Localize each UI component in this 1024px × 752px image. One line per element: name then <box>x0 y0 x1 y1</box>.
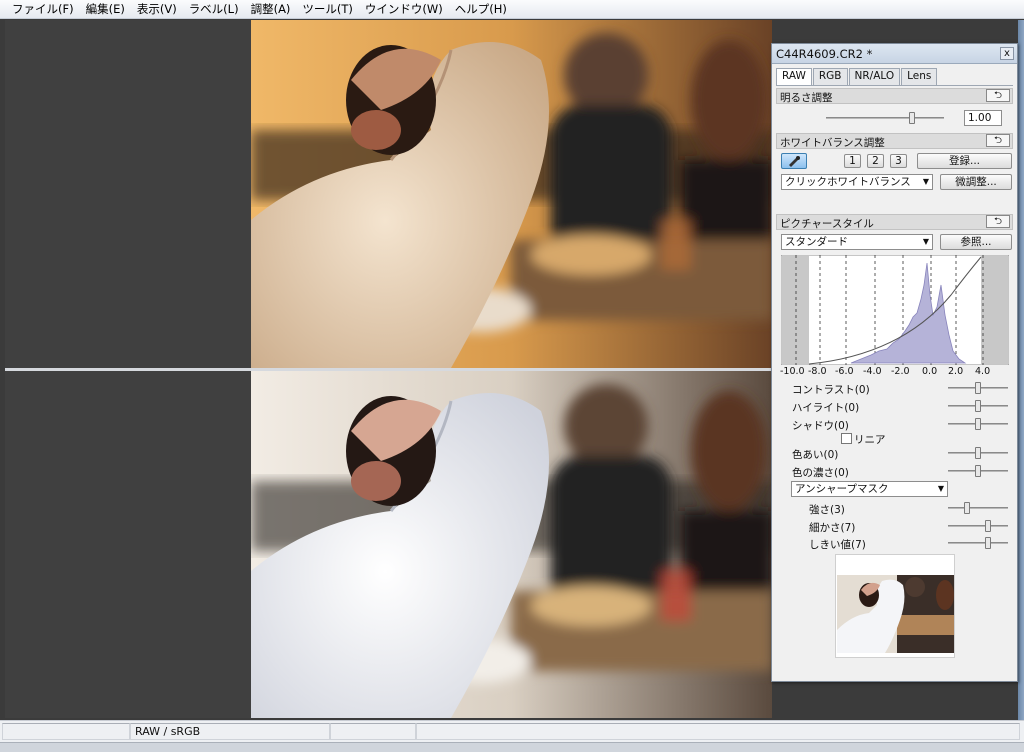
brightness-slider-thumb[interactable] <box>909 112 915 124</box>
fineness-slider[interactable] <box>948 520 1008 532</box>
histogram-axis-label: -6.0 <box>835 366 854 377</box>
histogram-tone-curve[interactable] <box>780 254 1010 366</box>
undo-arrow-icon[interactable]: ⮌ <box>986 215 1010 228</box>
shadow-slider-thumb[interactable] <box>975 418 981 430</box>
histogram-axis-label: -2.0 <box>891 366 910 377</box>
histogram-axis-label: -10.0 <box>780 366 805 377</box>
contrast-label: コントラスト(0) <box>792 384 870 396</box>
taskbar-strip <box>0 742 1024 752</box>
wb-preset-3-button[interactable]: 3 <box>890 154 907 168</box>
status-bar: RAW / sRGB <box>0 720 1024 742</box>
preview-pane-after[interactable] <box>5 371 772 718</box>
wb-mode-value: クリックホワイトバランス <box>785 176 911 188</box>
menu-window[interactable]: ウインドウ(W) <box>359 1 449 17</box>
histogram-axis-label: -8.0 <box>808 366 827 377</box>
brightness-slider[interactable] <box>826 112 944 124</box>
photo-before <box>251 20 772 368</box>
picture-style-title: ピクチャースタイル <box>780 218 874 230</box>
undo-arrow-icon[interactable]: ⮌ <box>986 89 1010 102</box>
menu-bar: ファイル(F) 編集(E) 表示(V) ラベル(L) 調整(A) ツール(T) … <box>0 0 1024 19</box>
chevron-down-icon: ▼ <box>922 237 929 246</box>
close-icon[interactable]: x <box>1000 47 1014 60</box>
fineness-slider-thumb[interactable] <box>985 520 991 532</box>
saturation-slider[interactable] <box>948 465 1008 477</box>
wb-register-button[interactable]: 登録... <box>917 153 1012 169</box>
picture-style-value: スタンダード <box>785 236 848 248</box>
image-viewer[interactable] <box>5 20 772 718</box>
photo-after <box>251 371 772 718</box>
menu-label[interactable]: ラベル(L) <box>183 1 245 17</box>
linear-checkbox[interactable] <box>841 433 852 444</box>
threshold-label: しきい値(7) <box>809 539 866 551</box>
highlight-slider[interactable] <box>948 400 1008 412</box>
wb-preset-2-button[interactable]: 2 <box>867 154 884 168</box>
white-balance-title: ホワイトバランス調整 <box>780 137 885 149</box>
picture-style-select[interactable]: スタンダード ▼ <box>781 234 933 250</box>
preview-pane-before[interactable] <box>5 20 772 368</box>
status-cell-empty <box>330 723 416 740</box>
threshold-slider[interactable] <box>948 537 1008 549</box>
histogram-axis-label: -4.0 <box>863 366 882 377</box>
status-color-space: RAW / sRGB <box>130 723 330 740</box>
histogram-axis-label: 0.0 <box>922 366 938 377</box>
tab-rgb[interactable]: RGB <box>812 68 848 85</box>
status-cell-empty <box>416 723 1020 740</box>
wb-preset-1-button[interactable]: 1 <box>844 154 861 168</box>
tab-nr-alo[interactable]: NR/ALO <box>848 68 901 85</box>
tool-palette[interactable]: C44R4609.CR2 * x RAW RGB NR/ALO Lens 明るさ… <box>771 43 1018 682</box>
linear-label: リニア <box>854 434 886 446</box>
color-tone-label: 色あい(0) <box>792 449 839 461</box>
menu-edit[interactable]: 編集(E) <box>80 1 131 17</box>
saturation-slider-thumb[interactable] <box>975 465 981 477</box>
menu-file[interactable]: ファイル(F) <box>6 1 80 17</box>
color-tone-slider[interactable] <box>948 447 1008 459</box>
picture-style-browse-button[interactable]: 参照... <box>940 234 1012 250</box>
histogram-axis-label: 4.0 <box>975 366 991 377</box>
saturation-label: 色の濃さ(0) <box>792 467 849 479</box>
shadow-slider[interactable] <box>948 418 1008 430</box>
sharpness-mode-select[interactable]: アンシャープマスク ▼ <box>791 481 948 497</box>
menu-adjust[interactable]: 調整(A) <box>245 1 297 17</box>
color-tone-slider-thumb[interactable] <box>975 447 981 459</box>
chevron-down-icon: ▼ <box>937 484 944 493</box>
wb-fine-adjust-button[interactable]: 微調整... <box>940 174 1012 190</box>
palette-tabs: RAW RGB NR/ALO Lens <box>776 68 938 86</box>
brightness-value-field[interactable]: 1.00 <box>964 110 1002 126</box>
palette-title: C44R4609.CR2 * <box>776 47 873 61</box>
navigator-image <box>837 575 954 653</box>
strength-slider-thumb[interactable] <box>964 502 970 514</box>
brightness-header: 明るさ調整 <box>776 88 1013 104</box>
contrast-slider-thumb[interactable] <box>975 382 981 394</box>
tab-underline <box>776 85 1013 86</box>
wb-mode-select[interactable]: クリックホワイトバランス ▼ <box>781 174 933 190</box>
menu-tools[interactable]: ツール(T) <box>296 1 359 17</box>
palette-titlebar[interactable]: C44R4609.CR2 * x <box>772 44 1017 64</box>
status-cell-empty <box>2 723 130 740</box>
histogram-axis-label: 2.0 <box>948 366 964 377</box>
eyedropper-icon[interactable] <box>781 153 807 169</box>
menu-help[interactable]: ヘルプ(H) <box>449 1 513 17</box>
undo-arrow-icon[interactable]: ⮌ <box>986 134 1010 147</box>
strength-slider[interactable] <box>948 502 1008 514</box>
contrast-slider[interactable] <box>948 382 1008 394</box>
tab-raw[interactable]: RAW <box>776 68 812 86</box>
fineness-label: 細かさ(7) <box>809 522 856 534</box>
brightness-title: 明るさ調整 <box>780 92 833 104</box>
sharpness-mode-value: アンシャープマスク <box>795 483 889 495</box>
menu-view[interactable]: 表示(V) <box>131 1 183 17</box>
highlight-label: ハイライト(0) <box>792 402 860 414</box>
white-balance-header: ホワイトバランス調整 <box>776 133 1013 149</box>
shadow-label: シャドウ(0) <box>792 420 849 432</box>
desktop-edge <box>1018 20 1024 720</box>
threshold-slider-thumb[interactable] <box>985 537 991 549</box>
chevron-down-icon: ▼ <box>922 177 929 186</box>
tab-lens[interactable]: Lens <box>901 68 938 85</box>
highlight-slider-thumb[interactable] <box>975 400 981 412</box>
picture-style-header: ピクチャースタイル <box>776 214 1013 230</box>
strength-label: 強さ(3) <box>809 504 845 516</box>
navigator-thumbnail[interactable] <box>835 554 955 658</box>
